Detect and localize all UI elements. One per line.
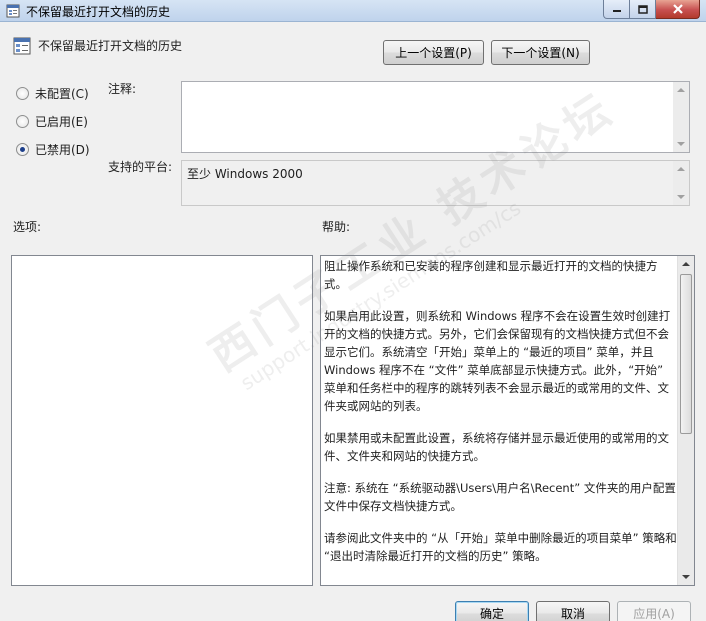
scroll-down-icon[interactable] <box>677 195 685 199</box>
next-setting-button[interactable]: 下一个设置(N) <box>491 40 590 65</box>
scroll-up-icon[interactable] <box>677 88 685 92</box>
scroll-up-icon[interactable] <box>677 167 685 171</box>
minimize-icon <box>612 10 621 12</box>
minimize-button[interactable] <box>603 0 630 19</box>
apply-button[interactable]: 应用(A) <box>617 601 691 621</box>
help-paragraph: 注意: 系统在 “系统驱动器\Users\用户名\Recent” 文件夹的用户配… <box>324 481 676 513</box>
platform-label: 支持的平台: <box>108 160 173 174</box>
cancel-button[interactable]: 取消 <box>536 601 610 621</box>
scroll-up-icon[interactable] <box>682 262 690 266</box>
radio-disabled[interactable]: 已禁用(D) <box>16 141 90 158</box>
radio-label: 已启用(E) <box>35 115 88 129</box>
comment-label: 注释: <box>108 82 137 96</box>
radio-label: 已禁用(D) <box>35 143 90 157</box>
help-scrollbar[interactable] <box>677 256 694 585</box>
scrollbar-thumb[interactable] <box>680 274 692 434</box>
policy-name: 不保留最近打开文档的历史 <box>38 39 183 53</box>
previous-setting-button[interactable]: 上一个设置(P) <box>383 40 484 65</box>
radio-label: 未配置(C) <box>35 87 89 101</box>
policy-window-icon <box>6 4 20 18</box>
window-title: 不保留最近打开文档的历史 <box>26 5 171 19</box>
maximize-button[interactable] <box>630 0 656 19</box>
close-button[interactable] <box>656 0 700 19</box>
help-paragraph: 阻止操作系统和已安装的程序创建和显示最近打开的文档的快捷方式。 <box>324 259 658 291</box>
radio-button[interactable] <box>16 115 29 128</box>
ok-button[interactable]: 确定 <box>455 601 529 621</box>
policy-setting-icon <box>13 37 31 55</box>
help-label: 帮助: <box>322 220 351 234</box>
help-paragraph: 请参阅此文件夹中的 “从「开始」菜单中删除最近的项目菜单” 策略和 “退出时清除… <box>324 531 677 563</box>
scroll-down-icon[interactable] <box>682 575 690 579</box>
help-paragraph: 如果禁用或未配置此设置，系统将存储并显示最近使用的或常用的文件、文件夹和网站的快… <box>324 431 669 463</box>
help-text: 阻止操作系统和已安装的程序创建和显示最近打开的文档的快捷方式。 如果启用此设置，… <box>324 257 677 579</box>
platform-field: 至少 Windows 2000 <box>181 160 690 206</box>
title-bar[interactable]: 不保留最近打开文档的历史 <box>0 0 706 22</box>
help-paragraph: 如果启用此设置，则系统和 Windows 程序不会在设置生效时创建打开的文档的快… <box>324 309 671 413</box>
maximize-icon <box>637 4 648 14</box>
options-panel <box>11 255 313 586</box>
window-controls <box>603 0 700 19</box>
options-label: 选项: <box>13 220 42 234</box>
close-icon <box>672 4 683 14</box>
radio-button[interactable] <box>16 87 29 100</box>
platform-scrollbar[interactable] <box>673 161 689 205</box>
help-panel[interactable]: 阻止操作系统和已安装的程序创建和显示最近打开的文档的快捷方式。 如果启用此设置，… <box>320 255 695 586</box>
radio-not-configured[interactable]: 未配置(C) <box>16 85 89 102</box>
radio-enabled[interactable]: 已启用(E) <box>16 113 88 130</box>
comment-scrollbar[interactable] <box>673 82 689 152</box>
platform-value: 至少 Windows 2000 <box>187 167 303 181</box>
scroll-down-icon[interactable] <box>677 142 685 146</box>
comment-textarea[interactable] <box>181 81 690 153</box>
radio-button-checked[interactable] <box>16 143 29 156</box>
